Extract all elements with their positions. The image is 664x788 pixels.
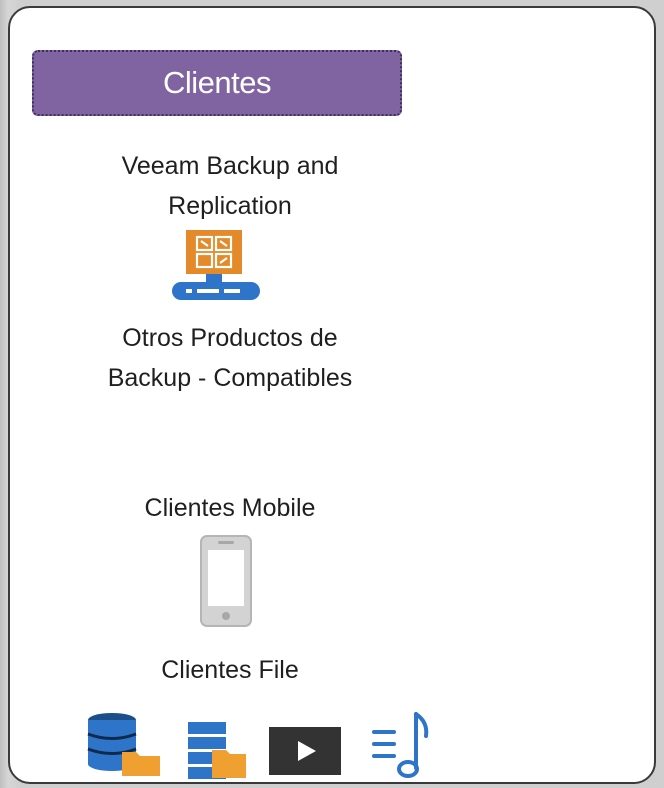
otros-label-line2: Backup - Compatibles: [107, 364, 353, 392]
otros-label: Otros Productos de Backup - Compatibles: [30, 318, 430, 398]
veeam-server-icon: [172, 230, 260, 300]
header-title: Clientes: [163, 65, 272, 100]
clientes-panel: Clientes Veeam Backup and Replication Ot…: [8, 6, 656, 784]
otros-label-line1: Otros Productos de: [122, 324, 338, 352]
veeam-label-line1: Veeam Backup and: [121, 152, 339, 180]
mobile-label: Clientes Mobile: [144, 494, 316, 522]
music-playlist-icon: [372, 712, 429, 778]
clientes-header: Clientes: [32, 50, 402, 116]
server-folder-icon: [188, 722, 246, 779]
mobile-phone-icon: [200, 535, 252, 627]
video-play-icon: [269, 727, 341, 775]
veeam-label: Veeam Backup and Replication: [50, 146, 410, 226]
veeam-label-line2: Replication: [168, 192, 292, 220]
file-label: Clientes File: [161, 656, 299, 684]
database-folder-icon: [87, 713, 160, 776]
